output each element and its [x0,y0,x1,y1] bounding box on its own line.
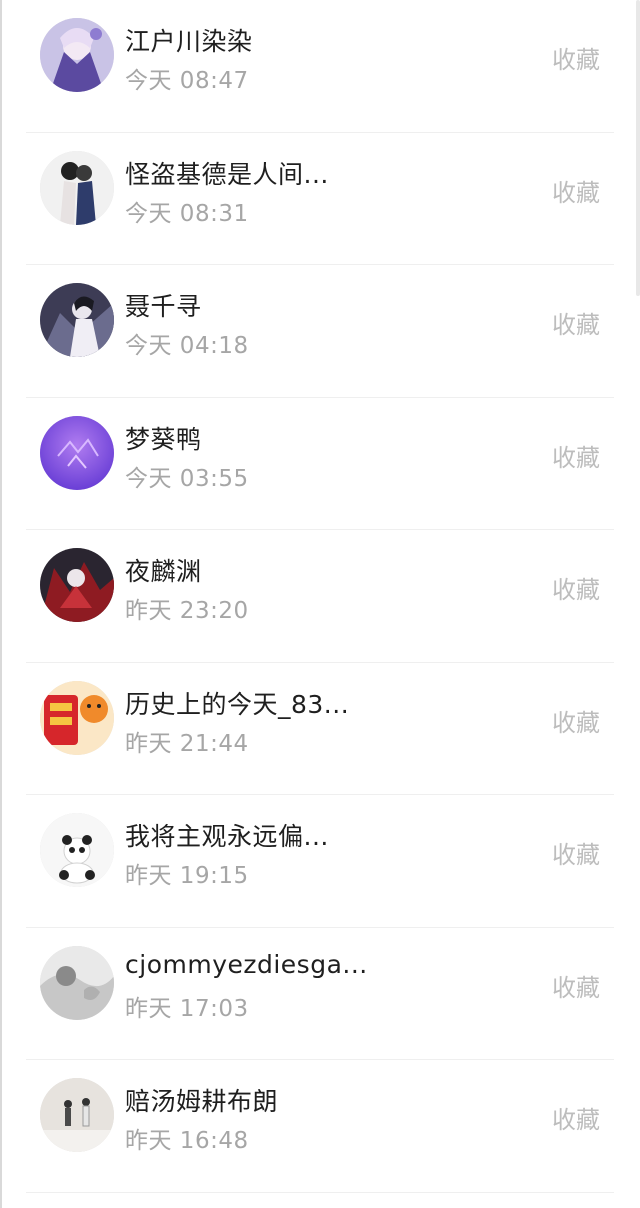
divider [26,1191,614,1193]
visit-time: 昨天 19:15 [125,863,249,889]
favorite-button[interactable]: 收藏 [552,570,600,605]
favorite-button[interactable]: 收藏 [552,968,600,1003]
favorite-button[interactable]: 收藏 [552,1100,600,1135]
user-name[interactable]: 历史上的今天_83... [125,685,349,721]
avatar[interactable] [40,150,114,225]
favorite-button[interactable]: 收藏 [552,438,600,473]
favorites-list-page: 江户川染染 今天 08:47 收藏 怪盗基德是人间... 今天 08:31 收藏 [0,0,640,1208]
avatar[interactable] [40,415,114,490]
visit-time: 今天 08:31 [125,200,249,227]
list-item[interactable]: 聂千寻 今天 04:18 收藏 [0,265,640,398]
avatar-anime-couple-icon [40,150,114,225]
avatar-panda-icon [40,813,114,887]
visit-time: 今天 04:18 [125,333,249,359]
user-name[interactable]: 怪盗基德是人间... [125,155,329,191]
avatar-grey-bw-icon [40,945,114,1020]
visit-time: 昨天 17:03 [125,995,249,1022]
visit-time: 今天 03:55 [125,465,249,492]
favorite-button[interactable]: 收藏 [552,305,600,340]
list-item[interactable]: 我将主观永远偏... 昨天 19:15 收藏 [0,795,640,928]
list-item[interactable]: 梦葵鸭 今天 03:55 收藏 [0,398,640,530]
visit-time: 今天 08:47 [125,68,249,94]
avatar-anime-red-icon [40,548,114,622]
user-name[interactable]: 聂千寻 [125,287,202,323]
user-name[interactable]: 赔汤姆耕布朗 [125,1082,278,1118]
list-item[interactable]: 历史上的今天_83... 昨天 21:44 收藏 [0,663,640,795]
avatar-couple-snow-icon [40,1078,114,1152]
user-name[interactable]: 我将主观永远偏... [125,817,329,853]
visit-time: 昨天 16:48 [125,1128,249,1154]
avatar[interactable] [40,1078,114,1152]
avatar-anime-dark-icon [40,283,114,357]
visit-time: 昨天 21:44 [125,730,249,757]
user-name[interactable]: 梦葵鸭 [125,420,202,456]
favorite-button[interactable]: 收藏 [552,835,600,870]
avatar[interactable] [40,680,114,755]
favorite-button[interactable]: 收藏 [552,703,600,738]
avatar[interactable] [40,548,114,622]
avatar[interactable] [40,813,114,887]
avatar[interactable] [40,945,114,1020]
user-list: 江户川染染 今天 08:47 收藏 怪盗基德是人间... 今天 08:31 收藏 [0,0,640,1193]
favorite-button[interactable]: 收藏 [552,173,600,208]
list-item[interactable]: 夜麟渊 昨天 23:20 收藏 [0,530,640,663]
user-name[interactable]: 江户川染染 [125,22,253,58]
avatar-red-tiger-icon [40,680,114,755]
list-item[interactable]: 怪盗基德是人间... 今天 08:31 收藏 [0,133,640,265]
avatar[interactable] [40,18,114,92]
avatar-anime-purple-icon [40,18,114,92]
user-name[interactable]: 夜麟渊 [125,552,202,588]
user-name[interactable]: cjommyezdiesga... [125,950,368,979]
favorite-button[interactable]: 收藏 [552,40,600,75]
list-item[interactable]: cjommyezdiesga... 昨天 17:03 收藏 [0,928,640,1060]
list-item[interactable]: 赔汤姆耕布朗 昨天 16:48 收藏 [0,1060,640,1193]
avatar-violet-icon [40,415,114,490]
avatar[interactable] [40,283,114,357]
list-item[interactable]: 江户川染染 今天 08:47 收藏 [0,0,640,133]
visit-time: 昨天 23:20 [125,598,249,624]
